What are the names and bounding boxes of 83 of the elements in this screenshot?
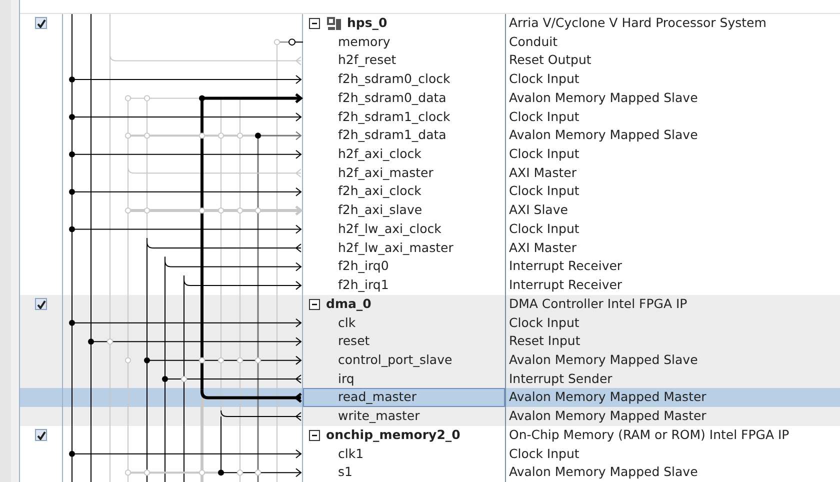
interface-name: f2h_sdram1_data [338, 126, 446, 144]
junction-point [236, 132, 244, 139]
junction-point [144, 95, 150, 102]
interface-row[interactable]: reset Reset Input [20, 332, 840, 351]
connection-line [280, 42, 290, 43]
interface-name: control_port_slave [338, 350, 452, 369]
connection-arrow [258, 131, 302, 140]
junction-point [218, 132, 224, 139]
junction-point [198, 357, 206, 364]
interface-name: h2f_reset [338, 51, 396, 70]
module-name: hps_0 [347, 14, 388, 32]
interface-name: irq [338, 370, 354, 388]
interface-name: h2f_axi_master [338, 164, 434, 182]
junction-point [198, 132, 206, 139]
junction-point [218, 357, 224, 364]
junction-dot [69, 450, 75, 457]
use-checkbox[interactable] [35, 17, 47, 30]
module-name: dma_0 [326, 294, 372, 313]
interface-row[interactable]: clk Clock Input [20, 314, 840, 332]
connection-line [294, 42, 303, 43]
junction-point [254, 207, 262, 214]
junction-dot [199, 95, 205, 102]
junction-point [198, 470, 206, 476]
interface-name: h2f_lw_axi_master [338, 238, 454, 257]
junction-point [236, 207, 244, 214]
interface-description: Avalon Memory Mapped Slave [505, 463, 840, 482]
junction-point [124, 95, 132, 102]
interface-row[interactable]: read_master Avalon Memory Mapped Master [20, 388, 840, 408]
junction-point [124, 357, 132, 364]
junction-point [124, 207, 132, 214]
junction-point [198, 207, 206, 214]
interface-name: f2h_sdram0_clock [338, 70, 450, 88]
interface-name: f2h_irq1 [338, 276, 389, 294]
interface-name: s1 [338, 463, 352, 482]
module-name: onchip_memory2_0 [326, 426, 460, 444]
interface-name: f2h_irq0 [338, 257, 389, 276]
use-checkbox[interactable] [35, 298, 47, 310]
junction-dot [69, 320, 75, 326]
interface-name: f2h_axi_clock [338, 182, 422, 200]
interface-name: clk1 [338, 444, 364, 463]
junction-point [144, 470, 150, 476]
interface-name: clk [338, 314, 356, 332]
junction-dot [162, 376, 168, 382]
interface-name: write_master [338, 407, 420, 426]
junction-dot [69, 188, 75, 195]
junction-point [236, 357, 244, 364]
junction-point [274, 38, 280, 46]
interface-name: h2f_lw_axi_clock [338, 220, 442, 238]
interface-name: memory [338, 32, 390, 51]
junction-point [180, 376, 188, 382]
interface-name: f2h_sdram1_clock [338, 108, 450, 126]
junction-point [254, 470, 262, 476]
junction-point [144, 132, 150, 139]
interface-row[interactable]: control_port_slave Avalon Memory Mapped Slave [20, 350, 840, 370]
collapse-icon[interactable] [309, 430, 320, 441]
interface-name: h2f_axi_clock [338, 145, 422, 164]
collapse-icon[interactable] [309, 298, 320, 310]
junction-point [218, 207, 224, 214]
junction-dot [88, 338, 94, 345]
interface-row[interactable]: irq Interrupt Sender [20, 370, 840, 388]
junction-point [236, 470, 244, 476]
junction-point [124, 132, 132, 139]
junction-point [106, 338, 114, 345]
junction-dot [69, 114, 75, 120]
interface-name: reset [338, 332, 370, 350]
collapse-icon[interactable] [309, 18, 320, 29]
junction-dot [144, 357, 150, 364]
junction-dot [69, 226, 75, 232]
junction-dot [255, 132, 261, 139]
module-row[interactable]: dma_0 DMA Controller Intel FPGA IP [20, 294, 840, 314]
junction-point [124, 470, 132, 476]
interface-name: f2h_axi_slave [338, 201, 422, 220]
junction-dot [218, 470, 224, 476]
junction-dot [69, 151, 75, 158]
junction-dot [69, 76, 75, 83]
computer-icon [326, 16, 342, 31]
conduit-point [288, 38, 296, 46]
junction-point [144, 207, 150, 214]
junction-point [254, 357, 262, 364]
interface-name: read_master [338, 388, 416, 406]
interface-name: f2h_sdram0_data [338, 88, 446, 107]
interface-row[interactable]: write_master Avalon Memory Mapped Master [20, 407, 840, 426]
use-checkbox[interactable] [35, 429, 47, 442]
